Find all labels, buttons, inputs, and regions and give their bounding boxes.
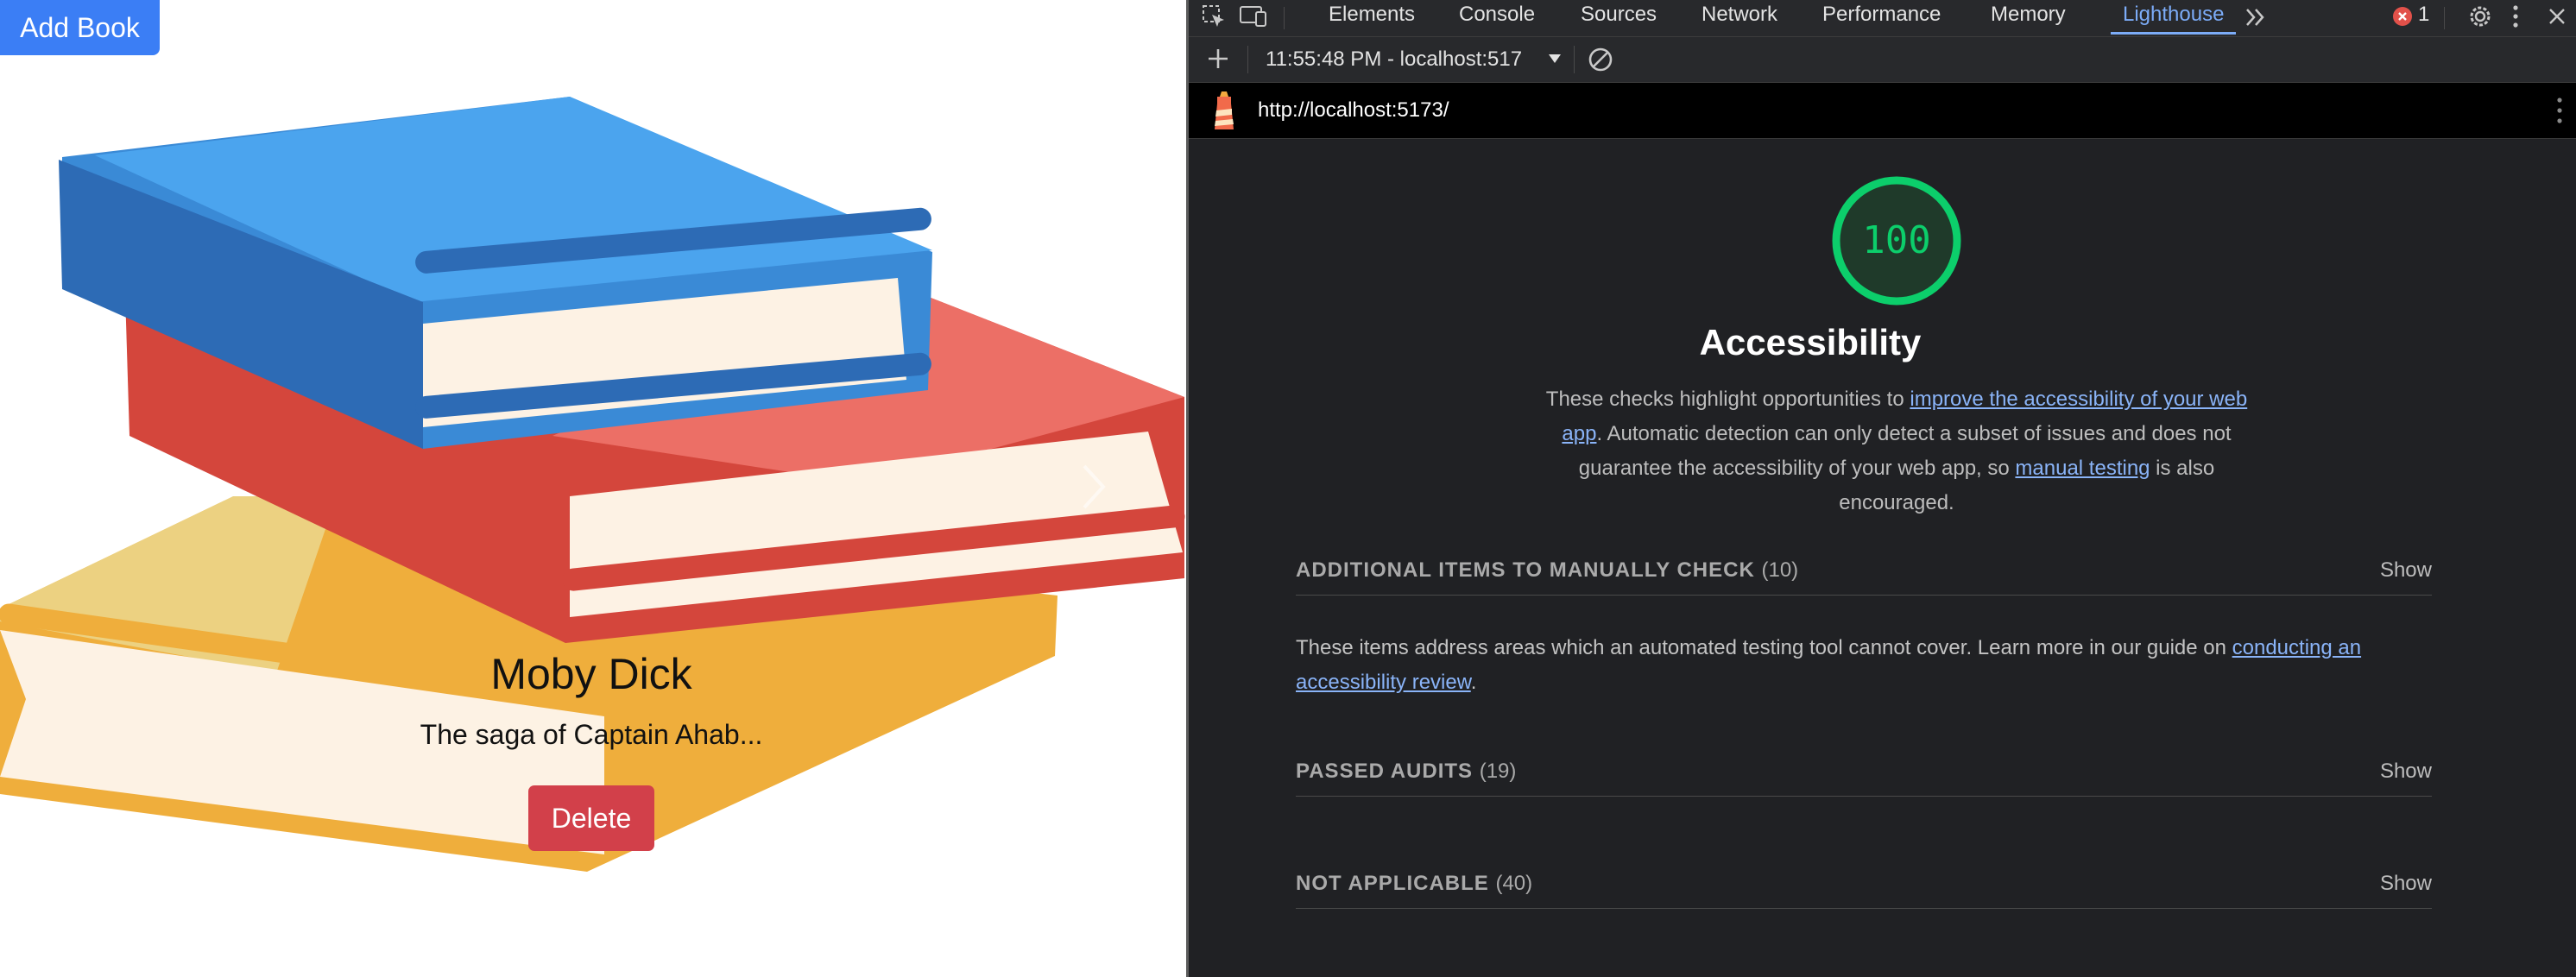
manual-description-text: These items address areas which an autom… — [1296, 636, 2232, 659]
carousel-next-icon[interactable] — [1081, 461, 1107, 513]
group-title-text: ADDITIONAL ITEMS TO MANUALLY CHECK — [1296, 558, 1755, 582]
category-title: Accessibility — [1699, 322, 1922, 362]
manual-description-end: . — [1470, 671, 1477, 694]
category-description: These checks highlight opportunities to … — [1543, 382, 2251, 520]
score-value: 100 — [1862, 218, 1930, 262]
clear-report-icon[interactable] — [1588, 47, 1613, 72]
report-url: http://localhost:5173/ — [1258, 98, 1449, 122]
inspect-element-icon[interactable] — [1201, 3, 1227, 29]
toolbar-separator — [1574, 46, 1575, 73]
tab-sources[interactable]: Sources — [1581, 0, 1657, 35]
lighthouse-logo-icon — [1215, 91, 1234, 129]
tab-elements[interactable]: Elements — [1329, 0, 1415, 35]
book-title: Moby Dick — [490, 650, 692, 698]
delete-button[interactable]: Delete — [528, 785, 654, 851]
group-manual-checks[interactable]: ADDITIONAL ITEMS TO MANUALLY CHECK (10) … — [1296, 552, 2432, 596]
lighthouse-toolbar: 11:55:48 PM - localhost:517 — [1189, 37, 2576, 83]
description-text: These checks highlight opportunities to — [1545, 388, 1910, 411]
accessibility-score-gauge: 100 — [1832, 176, 1961, 306]
url-menu-icon[interactable] — [2554, 95, 2565, 126]
book-description: The saga of Captain Ahab... — [420, 719, 763, 750]
more-tabs-icon[interactable] — [2244, 5, 2268, 29]
group-count: (40) — [1495, 872, 1533, 895]
lighthouse-report: 100 Accessibility These checks highlight… — [1189, 139, 2576, 977]
settings-gear-icon[interactable] — [2466, 3, 2494, 30]
app-page: Add Book Moby Dick The saga of Captain A… — [0, 0, 1188, 977]
show-button[interactable]: Show — [2380, 872, 2432, 896]
show-button[interactable]: Show — [2380, 558, 2432, 583]
dropdown-arrow-icon[interactable] — [1548, 53, 1562, 65]
tab-separator — [1284, 7, 1285, 29]
devtools-tab-bar: Elements Console Sources Network Perform… — [1189, 0, 2576, 37]
manual-testing-link[interactable]: manual testing — [2015, 457, 2150, 480]
tab-memory[interactable]: Memory — [1991, 0, 2066, 35]
group-title-text: NOT APPLICABLE — [1296, 872, 1489, 895]
device-toolbar-icon[interactable] — [1239, 3, 1268, 29]
tab-performance[interactable]: Performance — [1822, 0, 1941, 35]
tab-lighthouse[interactable]: Lighthouse — [2111, 0, 2237, 35]
group-title: ADDITIONAL ITEMS TO MANUALLY CHECK (10) — [1296, 558, 1798, 583]
toolbar-separator — [1247, 46, 1248, 73]
report-url-bar: http://localhost:5173/ — [1189, 83, 2576, 139]
tab-separator — [2444, 7, 2445, 29]
manual-checks-description: These items address areas which an autom… — [1296, 631, 2444, 700]
tab-network[interactable]: Network — [1702, 0, 1777, 35]
tab-console[interactable]: Console — [1459, 0, 1535, 35]
group-count: (19) — [1479, 760, 1517, 783]
close-devtools-icon[interactable] — [2546, 5, 2568, 28]
report-selector[interactable]: 11:55:48 PM - localhost:517 — [1266, 44, 1522, 75]
show-button[interactable]: Show — [2380, 760, 2432, 784]
error-count[interactable]: 1 — [2418, 0, 2429, 35]
error-icon[interactable] — [2392, 6, 2413, 27]
group-title-text: PASSED AUDITS — [1296, 760, 1474, 783]
group-count: (10) — [1761, 558, 1799, 582]
group-not-applicable[interactable]: NOT APPLICABLE (40) Show — [1296, 865, 2432, 909]
more-options-icon[interactable] — [2510, 3, 2522, 29]
add-book-button[interactable]: Add Book — [0, 0, 160, 55]
group-title: NOT APPLICABLE (40) — [1296, 872, 1532, 896]
devtools-panel: Elements Console Sources Network Perform… — [1189, 0, 2576, 977]
group-passed-audits[interactable]: PASSED AUDITS (19) Show — [1296, 753, 2432, 797]
group-title: PASSED AUDITS (19) — [1296, 760, 1516, 784]
book-stack-illustration — [0, 97, 1185, 872]
new-report-plus-icon[interactable] — [1206, 47, 1230, 71]
